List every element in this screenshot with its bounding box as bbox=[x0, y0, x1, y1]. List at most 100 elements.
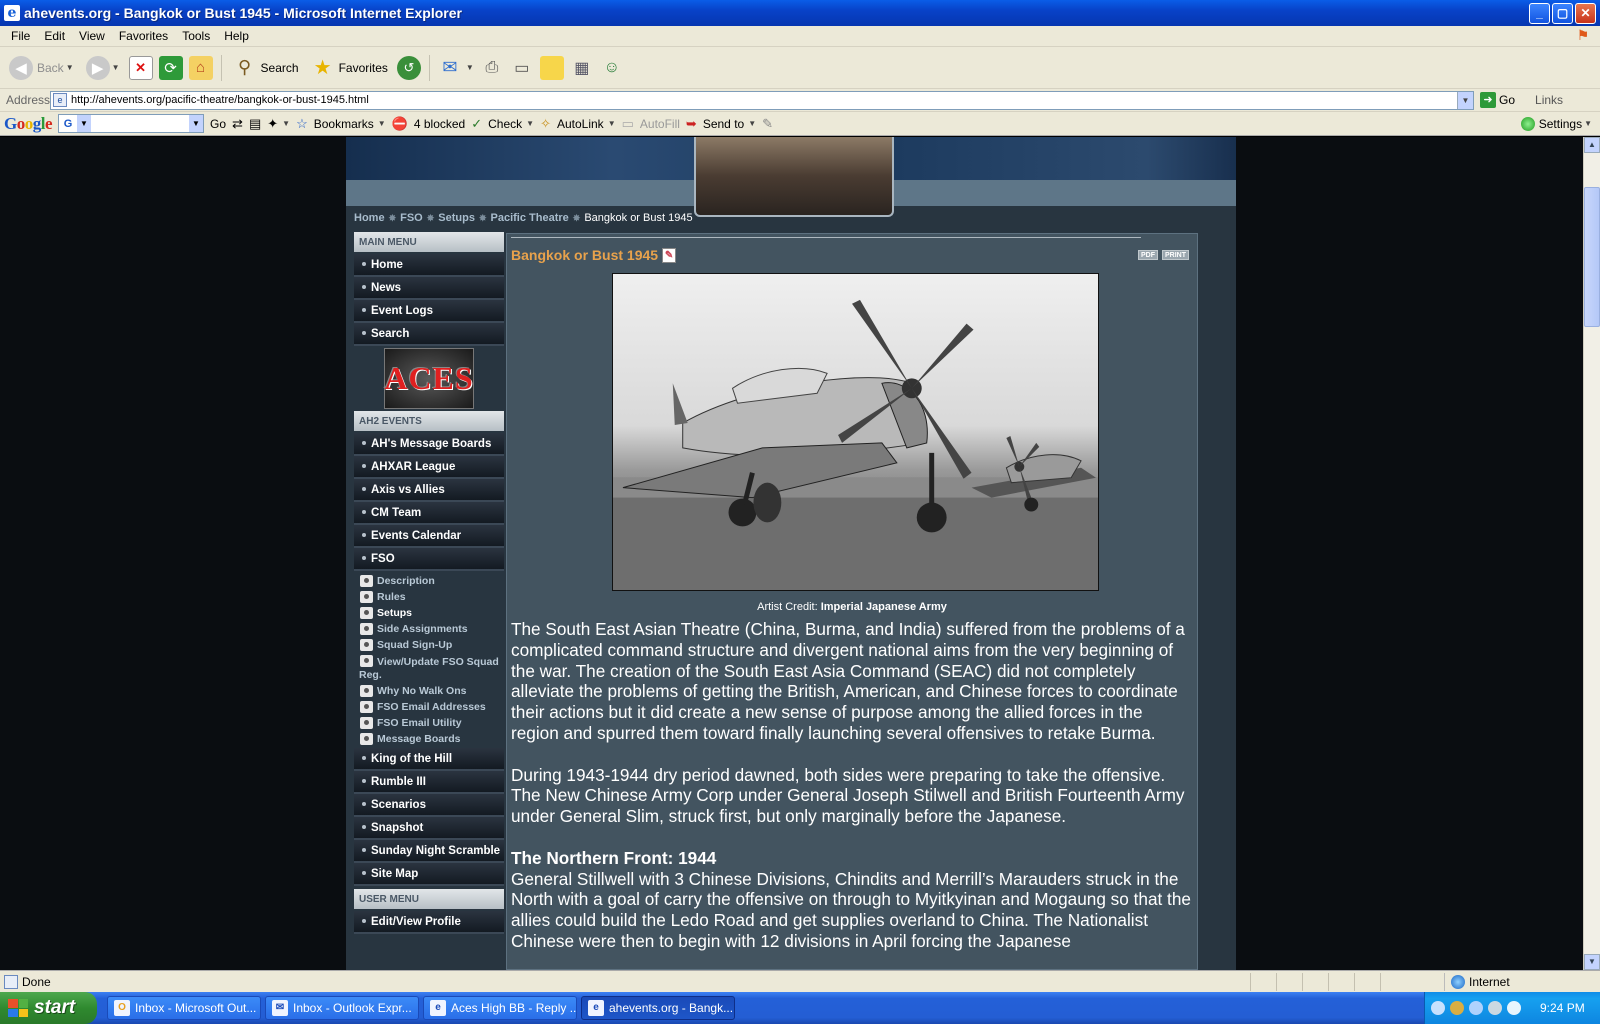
address-dropdown-icon[interactable]: ▼ bbox=[1457, 91, 1473, 109]
maximize-button[interactable]: ▢ bbox=[1552, 3, 1573, 24]
favorites-button[interactable]: ★ Favorites bbox=[308, 54, 391, 82]
menu-item-axis-vs-allies[interactable]: Axis vs Allies bbox=[354, 479, 504, 502]
submenu-item-message-boards[interactable]: Message Boards bbox=[354, 732, 504, 748]
history-icon[interactable]: ↺ bbox=[396, 55, 421, 80]
breadcrumb-home[interactable]: Home bbox=[354, 212, 385, 224]
print-button[interactable]: PRINT bbox=[1162, 250, 1189, 260]
menu-item-home[interactable]: Home bbox=[354, 254, 504, 277]
breadcrumb-fso[interactable]: FSO bbox=[400, 212, 423, 224]
highlighter-icon[interactable]: ✎ bbox=[762, 116, 773, 132]
print-icon[interactable]: ⎙ bbox=[480, 56, 504, 80]
check-dropdown-icon[interactable]: ▼ bbox=[526, 119, 534, 128]
google-extras-icon[interactable]: ✦ bbox=[267, 116, 278, 132]
autolink-dropdown-icon[interactable]: ▼ bbox=[608, 119, 616, 128]
google-go-button[interactable]: Go bbox=[210, 117, 226, 131]
send-to-dropdown-icon[interactable]: ▼ bbox=[748, 119, 756, 128]
pdf-button[interactable]: PDF bbox=[1138, 250, 1158, 260]
menu-item-scenarios[interactable]: Scenarios bbox=[354, 794, 504, 817]
tray-wireless-icon[interactable] bbox=[1507, 1001, 1521, 1015]
tray-network-icon[interactable] bbox=[1488, 1001, 1502, 1015]
research-icon[interactable]: ▦ bbox=[570, 56, 594, 80]
edit-article-icon[interactable]: ✎ bbox=[662, 247, 677, 263]
tray-app-icon[interactable] bbox=[1469, 1001, 1483, 1015]
task-aces-high-bb[interactable]: e Aces High BB - Reply ... bbox=[423, 996, 577, 1020]
google-search-dropdown-icon[interactable]: ▼ bbox=[189, 115, 204, 132]
submenu-item-fso-email-addresses[interactable]: FSO Email Addresses bbox=[354, 700, 504, 716]
vertical-scrollbar[interactable]: ▲ ▼ bbox=[1583, 137, 1600, 970]
google-logo[interactable]: Google bbox=[4, 114, 53, 134]
address-url[interactable]: http://ahevents.org/pacific-theatre/bang… bbox=[71, 94, 1457, 106]
home-icon[interactable]: ⌂ bbox=[188, 55, 213, 80]
google-search-options-icon[interactable]: ⇄ bbox=[232, 116, 243, 132]
search-button[interactable]: ⚲ Search bbox=[230, 54, 302, 82]
submenu-item-rules[interactable]: Rules bbox=[354, 590, 504, 606]
menu-item-message-boards[interactable]: AH's Message Boards bbox=[354, 433, 504, 456]
address-input[interactable]: e http://ahevents.org/pacific-theatre/ba… bbox=[50, 90, 1474, 110]
pagerank-icon[interactable]: ▤ bbox=[249, 116, 261, 132]
autolink-button[interactable]: AutoLink bbox=[557, 117, 604, 131]
forward-dropdown-icon[interactable]: ▼ bbox=[112, 63, 120, 72]
google-g-dropdown-icon[interactable]: ▼ bbox=[77, 115, 92, 132]
menu-item-fso[interactable]: FSO bbox=[354, 548, 504, 571]
bookmarks-dropdown-icon[interactable]: ▼ bbox=[378, 119, 386, 128]
stop-icon[interactable]: ✕ bbox=[128, 55, 153, 80]
submenu-item-side-assignments[interactable]: Side Assignments bbox=[354, 622, 504, 638]
menu-item-search[interactable]: Search bbox=[354, 323, 504, 346]
refresh-icon[interactable]: ⟳ bbox=[158, 55, 183, 80]
menu-item-king-of-the-hill[interactable]: King of the Hill bbox=[354, 748, 504, 771]
menu-item-cm-team[interactable]: CM Team bbox=[354, 502, 504, 525]
menu-item-events-calendar[interactable]: Events Calendar bbox=[354, 525, 504, 548]
menu-item-edit-view-profile[interactable]: Edit/View Profile bbox=[354, 911, 504, 934]
tray-app-icon[interactable] bbox=[1450, 1001, 1464, 1015]
minimize-button[interactable]: _ bbox=[1529, 3, 1550, 24]
menu-item-news[interactable]: News bbox=[354, 277, 504, 300]
submenu-item-why-no-walk-ons[interactable]: Why No Walk Ons bbox=[354, 684, 504, 700]
go-button[interactable]: ➜ Go bbox=[1480, 92, 1515, 108]
menu-favorites[interactable]: Favorites bbox=[112, 29, 175, 43]
submenu-item-fso-email-utility[interactable]: FSO Email Utility bbox=[354, 716, 504, 732]
menu-help[interactable]: Help bbox=[217, 29, 256, 43]
back-dropdown-icon[interactable]: ▼ bbox=[66, 63, 74, 72]
submenu-item-squad-sign-up[interactable]: Squad Sign-Up bbox=[354, 638, 504, 654]
forward-button[interactable]: ▶ ▼ bbox=[83, 54, 123, 82]
start-button[interactable]: start bbox=[0, 992, 97, 1024]
google-settings-button[interactable]: Settings ▼ bbox=[1520, 116, 1592, 131]
google-search-input[interactable]: G ▼ ▼ bbox=[58, 114, 205, 133]
messenger-icon[interactable]: ☺ bbox=[600, 56, 624, 80]
back-button[interactable]: ◀ Back ▼ bbox=[6, 54, 77, 82]
mail-icon[interactable]: ✉ bbox=[438, 56, 462, 80]
task-outlook-express[interactable]: ✉ Inbox - Outlook Expr... bbox=[265, 996, 419, 1020]
tray-expand-icon[interactable] bbox=[1431, 1001, 1445, 1015]
menu-item-ahxar-league[interactable]: AHXAR League bbox=[354, 456, 504, 479]
menu-file[interactable]: File bbox=[4, 29, 37, 43]
google-extras-dropdown-icon[interactable]: ▼ bbox=[282, 119, 290, 128]
menu-edit[interactable]: Edit bbox=[37, 29, 72, 43]
scroll-thumb[interactable] bbox=[1584, 187, 1600, 327]
links-button[interactable]: Links bbox=[1535, 93, 1563, 107]
mail-dropdown-icon[interactable]: ▼ bbox=[466, 63, 474, 72]
menu-item-event-logs[interactable]: Event Logs bbox=[354, 300, 504, 323]
autofill-button[interactable]: AutoFill bbox=[640, 117, 680, 131]
bookmarks-button[interactable]: Bookmarks bbox=[314, 117, 374, 131]
task-ahevents[interactable]: e ahevents.org - Bangk... bbox=[581, 996, 735, 1020]
discuss-icon[interactable] bbox=[539, 55, 564, 80]
aces-logo[interactable]: ACES bbox=[384, 348, 474, 409]
menu-view[interactable]: View bbox=[72, 29, 112, 43]
submenu-item-setups[interactable]: Setups bbox=[354, 606, 504, 622]
popup-blocked-count[interactable]: 4 blocked bbox=[414, 117, 465, 131]
scroll-up-icon[interactable]: ▲ bbox=[1584, 137, 1600, 153]
close-button[interactable]: ✕ bbox=[1575, 3, 1596, 24]
breadcrumb-setups[interactable]: Setups bbox=[438, 212, 475, 224]
menu-item-snapshot[interactable]: Snapshot bbox=[354, 817, 504, 840]
menu-tools[interactable]: Tools bbox=[175, 29, 217, 43]
task-outlook[interactable]: O Inbox - Microsoft Out... bbox=[107, 996, 261, 1020]
check-button[interactable]: Check bbox=[488, 117, 522, 131]
submenu-item-description[interactable]: Description bbox=[354, 574, 504, 590]
send-to-button[interactable]: Send to bbox=[703, 117, 744, 131]
scroll-down-icon[interactable]: ▼ bbox=[1584, 954, 1600, 970]
submenu-item-view-update-fso-squad[interactable]: View/Update FSO Squad Reg. bbox=[354, 654, 504, 684]
breadcrumb-pacific-theatre[interactable]: Pacific Theatre bbox=[491, 212, 569, 224]
menu-item-rumble-iii[interactable]: Rumble III bbox=[354, 771, 504, 794]
menu-item-sunday-night-scramble[interactable]: Sunday Night Scramble bbox=[354, 840, 504, 863]
edit-icon[interactable]: ▭ bbox=[510, 56, 534, 80]
